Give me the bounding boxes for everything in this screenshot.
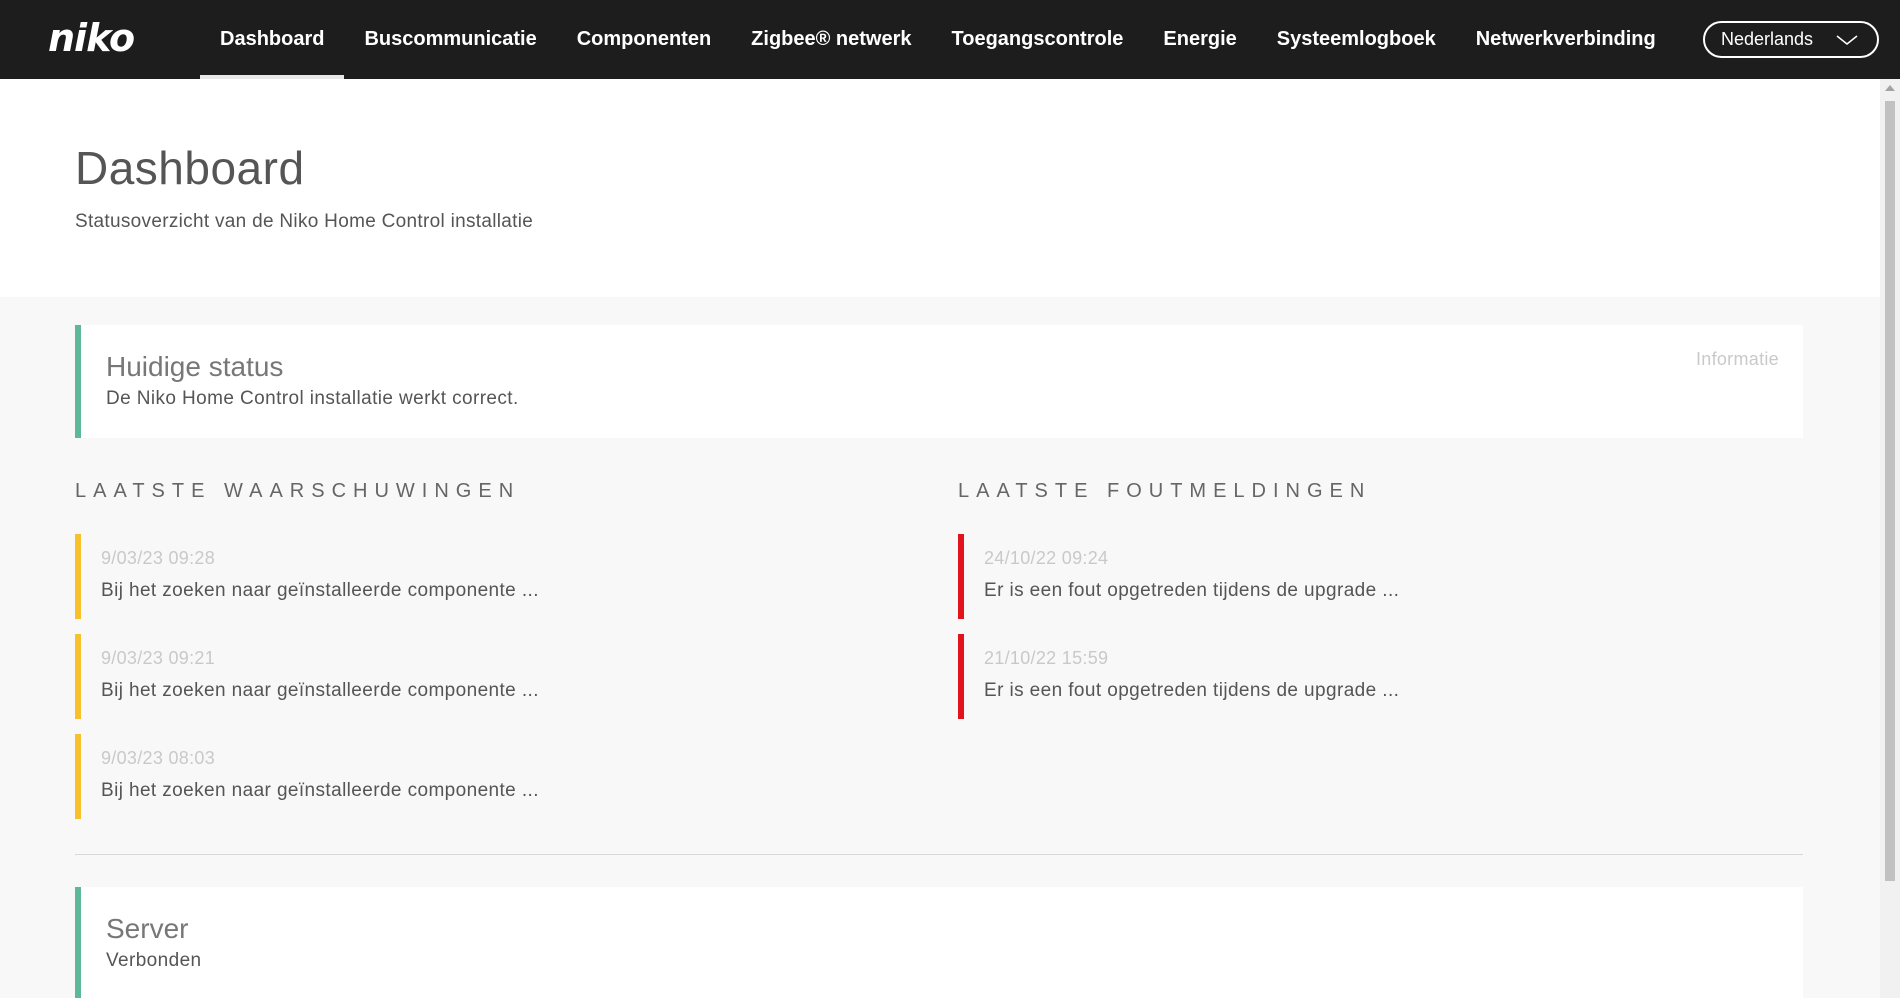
page-title: Dashboard <box>75 142 305 194</box>
error-text: Er is een fout opgetreden tijdens de upg… <box>984 680 1400 701</box>
page-scrollbar[interactable] <box>1880 79 1900 998</box>
nav-tab-buscommunicatie[interactable]: Buscommunicatie <box>344 0 556 79</box>
warning-item[interactable]: 9/03/23 09:28 Bij het zoeken naar geïnst… <box>75 534 775 619</box>
warning-date: 9/03/23 09:21 <box>101 648 216 668</box>
warning-text: Bij het zoeken naar geïnstalleerde compo… <box>101 780 539 801</box>
nav-tab-systeemlogboek[interactable]: Systeemlogboek <box>1257 0 1456 79</box>
page-subtitle: Statusoverzicht van de Niko Home Control… <box>75 211 534 232</box>
language-select[interactable]: Nederlands <box>1703 21 1879 58</box>
warning-item[interactable]: 9/03/23 09:21 Bij het zoeken naar geïnst… <box>75 634 775 719</box>
error-date: 21/10/22 15:59 <box>984 648 1109 668</box>
dashboard-content: Huidige status De Niko Home Control inst… <box>0 297 1880 998</box>
status-card-title: Huidige status <box>106 351 284 382</box>
chevron-down-icon <box>1835 30 1859 55</box>
warning-item[interactable]: 9/03/23 08:03 Bij het zoeken naar geïnst… <box>75 734 775 819</box>
warning-text: Bij het zoeken naar geïnstalleerde compo… <box>101 580 539 601</box>
scrollbar-thumb[interactable] <box>1885 101 1895 881</box>
current-status-card: Huidige status De Niko Home Control inst… <box>75 325 1803 438</box>
nav-tab-zigbee-netwerk[interactable]: Zigbee® netwerk <box>731 0 931 79</box>
main-nav: Dashboard Buscommunicatie Componenten Zi… <box>200 0 1676 79</box>
server-card-text: Verbonden <box>106 950 202 971</box>
nav-tab-toegangscontrole[interactable]: Toegangscontrole <box>932 0 1144 79</box>
nav-tab-dashboard[interactable]: Dashboard <box>200 0 345 79</box>
niko-logo[interactable]: niko <box>48 16 135 60</box>
nav-tab-energie[interactable]: Energie <box>1143 0 1256 79</box>
scroll-up-arrow-icon[interactable] <box>1885 85 1895 91</box>
top-navigation-bar: niko Dashboard Buscommunicatie Component… <box>0 0 1900 79</box>
server-card-title: Server <box>106 913 189 944</box>
page-header: Dashboard Statusoverzicht van de Niko Ho… <box>0 79 1880 297</box>
server-card: Server Verbonden <box>75 887 1803 998</box>
section-divider <box>75 854 1803 855</box>
nav-tab-netwerkverbinding[interactable]: Netwerkverbinding <box>1456 0 1676 79</box>
status-card-text: De Niko Home Control installatie werkt c… <box>106 388 519 409</box>
errors-section-title: LAATSTE FOUTMELDINGEN <box>958 480 1372 502</box>
error-item[interactable]: 24/10/22 09:24 Er is een fout opgetreden… <box>958 534 1658 619</box>
error-date: 24/10/22 09:24 <box>984 548 1109 568</box>
warnings-section-title: LAATSTE WAARSCHUWINGEN <box>75 480 521 502</box>
error-text: Er is een fout opgetreden tijdens de upg… <box>984 580 1400 601</box>
warning-date: 9/03/23 09:28 <box>101 548 216 568</box>
warning-date: 9/03/23 08:03 <box>101 748 216 768</box>
warning-text: Bij het zoeken naar geïnstalleerde compo… <box>101 680 539 701</box>
nav-tab-componenten[interactable]: Componenten <box>557 0 731 79</box>
language-selected-value: Nederlands <box>1721 29 1814 49</box>
error-item[interactable]: 21/10/22 15:59 Er is een fout opgetreden… <box>958 634 1658 719</box>
info-link[interactable]: Informatie <box>1696 349 1779 370</box>
